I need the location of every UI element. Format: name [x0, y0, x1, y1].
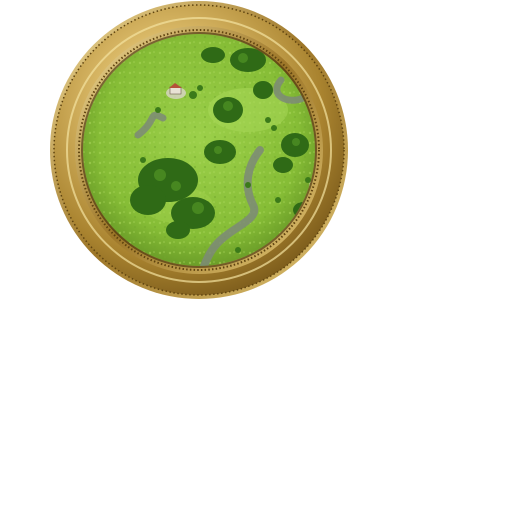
minimap-frame	[50, 1, 348, 299]
minimap-widget[interactable]	[48, 0, 350, 302]
game-canvas	[0, 0, 512, 512]
